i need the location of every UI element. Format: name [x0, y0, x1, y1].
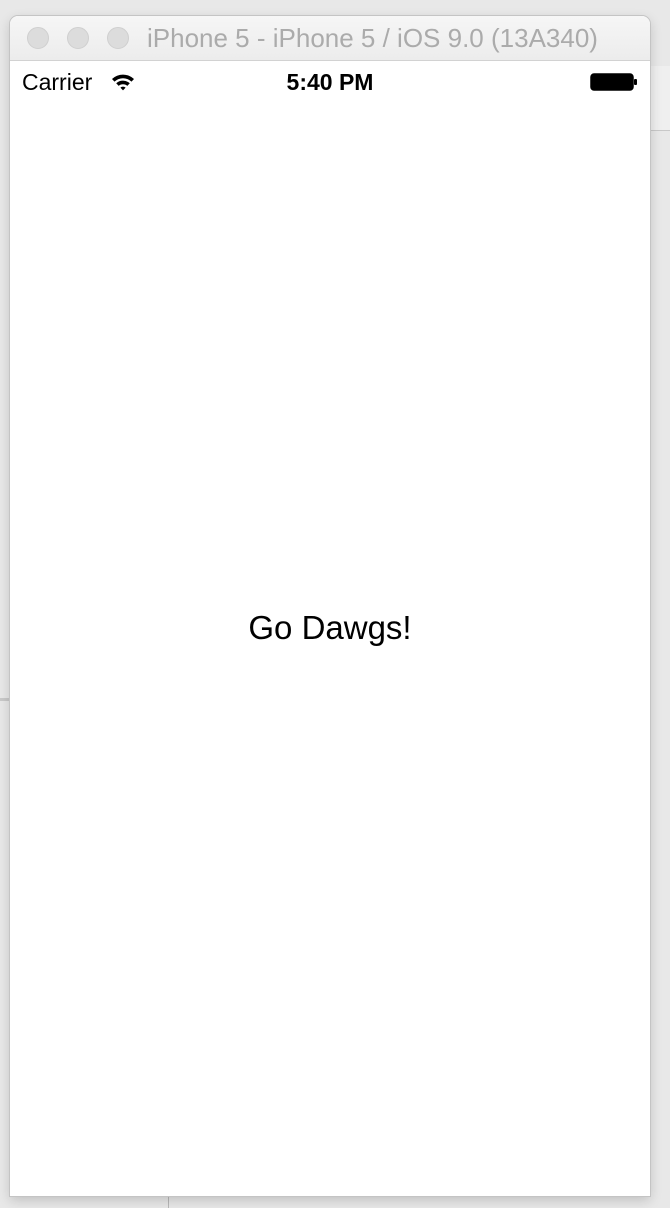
window-title: iPhone 5 - iPhone 5 / iOS 9.0 (13A340): [147, 23, 598, 53]
device-screen[interactable]: Carrier 5:40 PM Go Dawgs!: [10, 61, 650, 1196]
close-window-button[interactable]: [27, 27, 49, 49]
background-panel-edge: [650, 66, 670, 131]
status-bar: Carrier 5:40 PM: [10, 61, 650, 103]
zoom-window-button[interactable]: [107, 27, 129, 49]
status-time: 5:40 PM: [286, 69, 374, 95]
background-divider: [168, 1196, 169, 1208]
simulator-window: iPhone 5 - iPhone 5 / iOS 9.0 (13A340) C…: [10, 16, 650, 1196]
window-titlebar[interactable]: iPhone 5 - iPhone 5 / iOS 9.0 (13A340): [10, 16, 650, 61]
main-label: Go Dawgs!: [248, 609, 412, 646]
battery-icon: [590, 73, 637, 91]
background-divider: [0, 698, 10, 701]
minimize-window-button[interactable]: [67, 27, 89, 49]
